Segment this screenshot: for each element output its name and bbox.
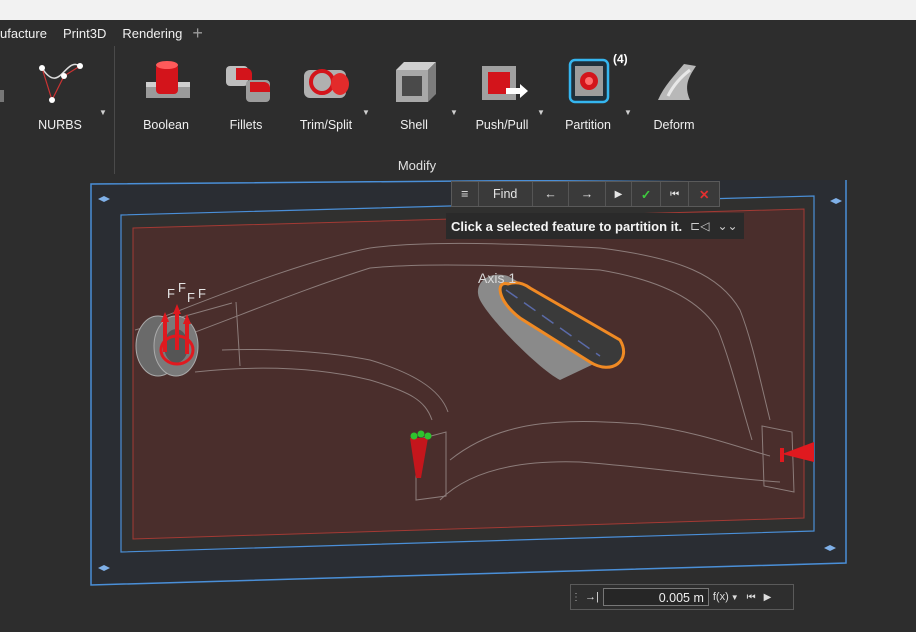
next-arrow-icon[interactable]: → (569, 182, 606, 206)
top-strip (0, 0, 916, 20)
modify-group-label: Modify (397, 158, 437, 173)
camera-icon[interactable]: ⊏◁ (690, 219, 709, 233)
partition-tool[interactable]: Partition (550, 56, 626, 132)
nurbs-label: NURBS (38, 118, 82, 132)
tab-print3d[interactable]: Print3D (63, 26, 106, 41)
boolean-icon (146, 61, 190, 98)
partition-icon (568, 58, 610, 104)
tab-manufacture[interactable]: ufacture (0, 26, 47, 41)
close-icon[interactable]: ✕ (689, 182, 719, 206)
shell-icon (396, 62, 436, 102)
offset-icon: →| (585, 591, 599, 603)
hint-text: Click a selected feature to partition it… (451, 218, 683, 234)
force-label: F (178, 280, 186, 295)
menu-icon[interactable]: ≡ (452, 182, 479, 206)
shell-tool[interactable]: Shell (376, 56, 452, 132)
partition-count-badge: (4) (613, 52, 628, 66)
model-scene[interactable]: F F F F Axis 1 (0, 180, 916, 632)
first-step-icon[interactable]: ⏮ (661, 182, 690, 206)
boolean-tool[interactable]: Boolean (128, 56, 204, 132)
force-label: F (198, 286, 206, 301)
menu-bar: ufacture Print3D Rendering + (0, 20, 916, 46)
push-pull-dropdown-icon[interactable]: ▼ (537, 108, 545, 117)
fx-dropdown[interactable]: f(x) (713, 591, 729, 603)
check-icon[interactable]: ✓ (632, 182, 661, 206)
section-plane (132, 208, 805, 540)
deform-tool[interactable]: Deform (636, 56, 712, 132)
tool-hint: Click a selected feature to partition it… (446, 213, 744, 239)
tab-rendering[interactable]: Rendering (122, 26, 182, 41)
plus-icon[interactable]: + (192, 24, 203, 42)
partition-dropdown-icon[interactable]: ▼ (624, 108, 632, 117)
play-icon[interactable]: ▶ (764, 592, 772, 603)
expand-icon[interactable]: ⌄⌄ (717, 219, 737, 233)
trim-split-icon (304, 69, 349, 98)
chevron-down-icon[interactable]: ▼ (731, 593, 739, 602)
distance-input-bar: ⋮ →| 0.005 m f(x) ▼ ⏮ ▶ (570, 584, 794, 610)
shell-label: Shell (400, 118, 428, 132)
find-toolbar: ≡ Find ← → ▶ ✓ ⏮ ✕ (451, 181, 720, 207)
nurbs-icon (39, 63, 83, 103)
boolean-label: Boolean (143, 118, 189, 132)
axis-label: Axis 1 (478, 270, 516, 286)
partition-label: Partition (565, 118, 611, 132)
ribbon: NURBS ▼ Boolean Fillets Trim/Split ▼ She… (0, 46, 916, 180)
partial-tool-icon (0, 90, 4, 102)
previous-arrow-icon[interactable]: ← (533, 182, 570, 206)
force-label: F (187, 290, 195, 305)
push-pull-label: Push/Pull (475, 118, 529, 132)
push-pull-icon (482, 66, 528, 100)
fillets-icon (226, 66, 270, 102)
deform-icon (658, 64, 696, 100)
nurbs-tool[interactable]: NURBS (22, 56, 98, 132)
ribbon-separator (114, 46, 115, 174)
fillets-tool[interactable]: Fillets (208, 56, 284, 132)
nurbs-dropdown-icon[interactable]: ▼ (99, 108, 107, 117)
push-pull-tool[interactable]: Push/Pull (464, 56, 540, 132)
deform-label: Deform (653, 118, 695, 132)
shell-dropdown-icon[interactable]: ▼ (450, 108, 458, 117)
force-label: F (167, 286, 175, 301)
drag-grip-icon[interactable]: ⋮ (571, 592, 581, 603)
trim-split-label: Trim/Split (299, 118, 353, 132)
fillets-label: Fillets (229, 118, 263, 132)
play-icon[interactable]: ▶ (606, 182, 633, 206)
distance-field[interactable]: 0.005 m (602, 588, 709, 606)
find-button[interactable]: Find (479, 182, 533, 206)
trim-split-tool[interactable]: Trim/Split (288, 56, 364, 132)
trim-split-dropdown-icon[interactable]: ▼ (362, 108, 370, 117)
first-step-icon[interactable]: ⏮ (747, 592, 756, 603)
3d-viewport[interactable]: F F F F Axis 1 (0, 180, 916, 632)
